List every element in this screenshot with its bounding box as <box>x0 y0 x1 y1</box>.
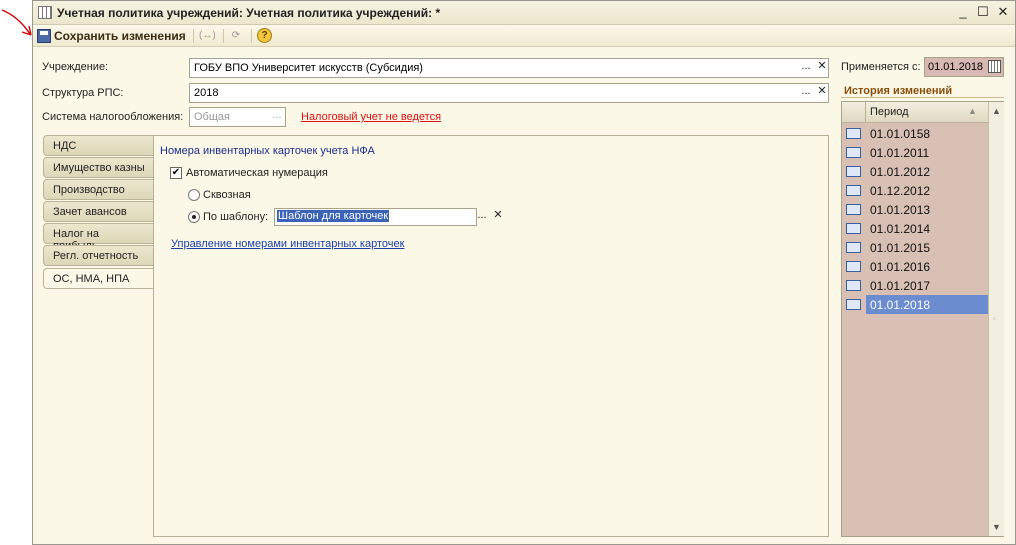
institution-field[interactable]: ГОБУ ВПО Университет искусств (Субсидия) <box>189 58 829 78</box>
tab-fixed-assets[interactable]: ОС, НМА, НПА <box>43 268 158 289</box>
institution-label: Учреждение: <box>42 61 109 73</box>
period-cell: 01.01.2012 <box>870 165 931 179</box>
rps-field[interactable]: 2018 <box>189 83 829 103</box>
applied-since-label: Применяется с: <box>841 61 921 73</box>
clear-x-icon[interactable]: ✕ <box>814 60 830 76</box>
table-row[interactable]: 01.01.2016 <box>842 257 988 276</box>
window-title: Учетная политика учреждений: Учетная пол… <box>57 6 441 20</box>
tax-label: Система налогообложения: <box>42 111 184 123</box>
history-title: История изменений <box>844 85 953 97</box>
annotation-arrow-icon <box>1 9 32 36</box>
icon-column-header <box>842 102 866 123</box>
tab-vat[interactable]: НДС <box>43 135 156 156</box>
clear-x-icon[interactable]: ✕ <box>814 85 830 101</box>
select-ellipsis-button[interactable]: ... <box>269 109 285 125</box>
period-cell: 01.01.2015 <box>870 241 931 255</box>
tab-panel: Номера инвентарных карточек учета НФА ✔ … <box>153 135 829 537</box>
period-cell: 01.01.0158 <box>870 127 931 141</box>
link-arrows-icon[interactable]: (↔) <box>199 28 216 44</box>
period-column-header[interactable]: Период <box>870 106 909 118</box>
toolbar-separator <box>251 29 252 43</box>
rps-label: Структура РПС: <box>42 87 124 99</box>
tab-profit-tax[interactable]: Налог на прибыль <box>43 223 156 252</box>
calendar-icon[interactable] <box>988 60 1001 73</box>
save-button-label: Сохранить изменения <box>54 29 186 43</box>
table-row-selected[interactable]: 01.01.2018 <box>842 295 988 314</box>
refresh-icon[interactable]: ⟳ <box>228 28 244 44</box>
record-icon <box>846 299 861 310</box>
record-icon <box>846 166 861 177</box>
history-table: Период ▲ 01.01.0158 01.01.2011 01.01.201… <box>841 101 1004 537</box>
sort-icon[interactable]: ▲ <box>968 106 977 116</box>
select-ellipsis-button[interactable]: ... <box>798 85 814 101</box>
auto-numbering-label: Автоматическая нумерация <box>186 167 328 179</box>
scroll-up-icon[interactable]: ▲ <box>992 106 1001 116</box>
radio-template[interactable] <box>188 211 200 223</box>
template-value: Шаблон для карточек <box>277 210 390 222</box>
period-cell: 01.01.2014 <box>870 222 931 236</box>
form-table-icon <box>38 6 52 19</box>
record-icon <box>846 147 861 158</box>
toolbar: Сохранить изменения (↔) ⟳ <box>33 25 1015 47</box>
save-button[interactable]: Сохранить изменения <box>37 28 186 44</box>
table-header: Период ▲ <box>842 102 988 123</box>
close-button[interactable]: ✕ <box>995 4 1011 20</box>
template-field[interactable]: Шаблон для карточек <box>274 208 477 226</box>
period-cell: 01.12.2012 <box>870 184 931 198</box>
period-cell: 01.01.2013 <box>870 203 931 217</box>
period-cell: 01.01.2017 <box>870 279 931 293</box>
period-cell: 01.01.2016 <box>870 260 931 274</box>
period-cell: 01.01.2018 <box>870 298 931 312</box>
minimize-button[interactable]: _ <box>955 4 971 20</box>
floppy-disk-icon <box>37 29 51 43</box>
title-bar: Учетная политика учреждений: Учетная пол… <box>33 1 1015 25</box>
tab-advance-offset[interactable]: Зачет авансов <box>43 201 156 222</box>
toolbar-separator <box>223 29 224 43</box>
toolbar-separator <box>193 29 194 43</box>
record-icon <box>846 242 861 253</box>
select-ellipsis-button[interactable]: ... <box>798 60 814 76</box>
scroll-thumb[interactable]: ▫ <box>993 314 996 323</box>
table-row[interactable]: 01.01.2012 <box>842 162 988 181</box>
tab-production[interactable]: Производство <box>43 179 156 200</box>
manage-card-numbers-link[interactable]: Управление номерами инвентарных карточек <box>171 238 404 250</box>
record-icon <box>846 261 861 272</box>
tab-treasury-property[interactable]: Имущество казны <box>43 157 156 178</box>
select-ellipsis-button[interactable]: ... <box>474 209 490 225</box>
table-row[interactable]: 01.01.2017 <box>842 276 988 295</box>
history-divider <box>841 97 1004 98</box>
radio-template-label: По шаблону: <box>203 211 269 223</box>
help-button[interactable]: ? <box>257 28 272 43</box>
table-row[interactable]: 01.01.2013 <box>842 200 988 219</box>
form-window: Учетная политика учреждений: Учетная пол… <box>32 0 1016 545</box>
auto-numbering-checkbox[interactable]: ✔ <box>170 167 182 179</box>
record-icon <box>846 128 861 139</box>
scroll-down-icon[interactable]: ▼ <box>992 522 1001 532</box>
clear-x-icon[interactable]: ✕ <box>490 209 506 225</box>
period-cell: 01.01.2011 <box>870 146 930 160</box>
record-icon <box>846 280 861 291</box>
table-row[interactable]: 01.01.2011 <box>842 143 988 162</box>
table-row[interactable]: 01.01.2014 <box>842 219 988 238</box>
tax-accounting-link[interactable]: Налоговый учет не ведется <box>301 111 441 123</box>
tab-reporting[interactable]: Регл. отчетность <box>43 245 156 266</box>
section-title: Номера инвентарных карточек учета НФА <box>160 145 375 157</box>
table-row[interactable]: 01.12.2012 <box>842 181 988 200</box>
radio-through[interactable] <box>188 189 200 201</box>
maximize-button[interactable]: ☐ <box>975 4 991 20</box>
record-icon <box>846 185 861 196</box>
record-icon <box>846 204 861 215</box>
vertical-scrollbar[interactable]: ▲ ▫ ▼ <box>988 102 1004 536</box>
table-row[interactable]: 01.01.2015 <box>842 238 988 257</box>
record-icon <box>846 223 861 234</box>
radio-through-label: Сквозная <box>203 189 251 201</box>
table-row[interactable]: 01.01.0158 <box>842 124 988 143</box>
